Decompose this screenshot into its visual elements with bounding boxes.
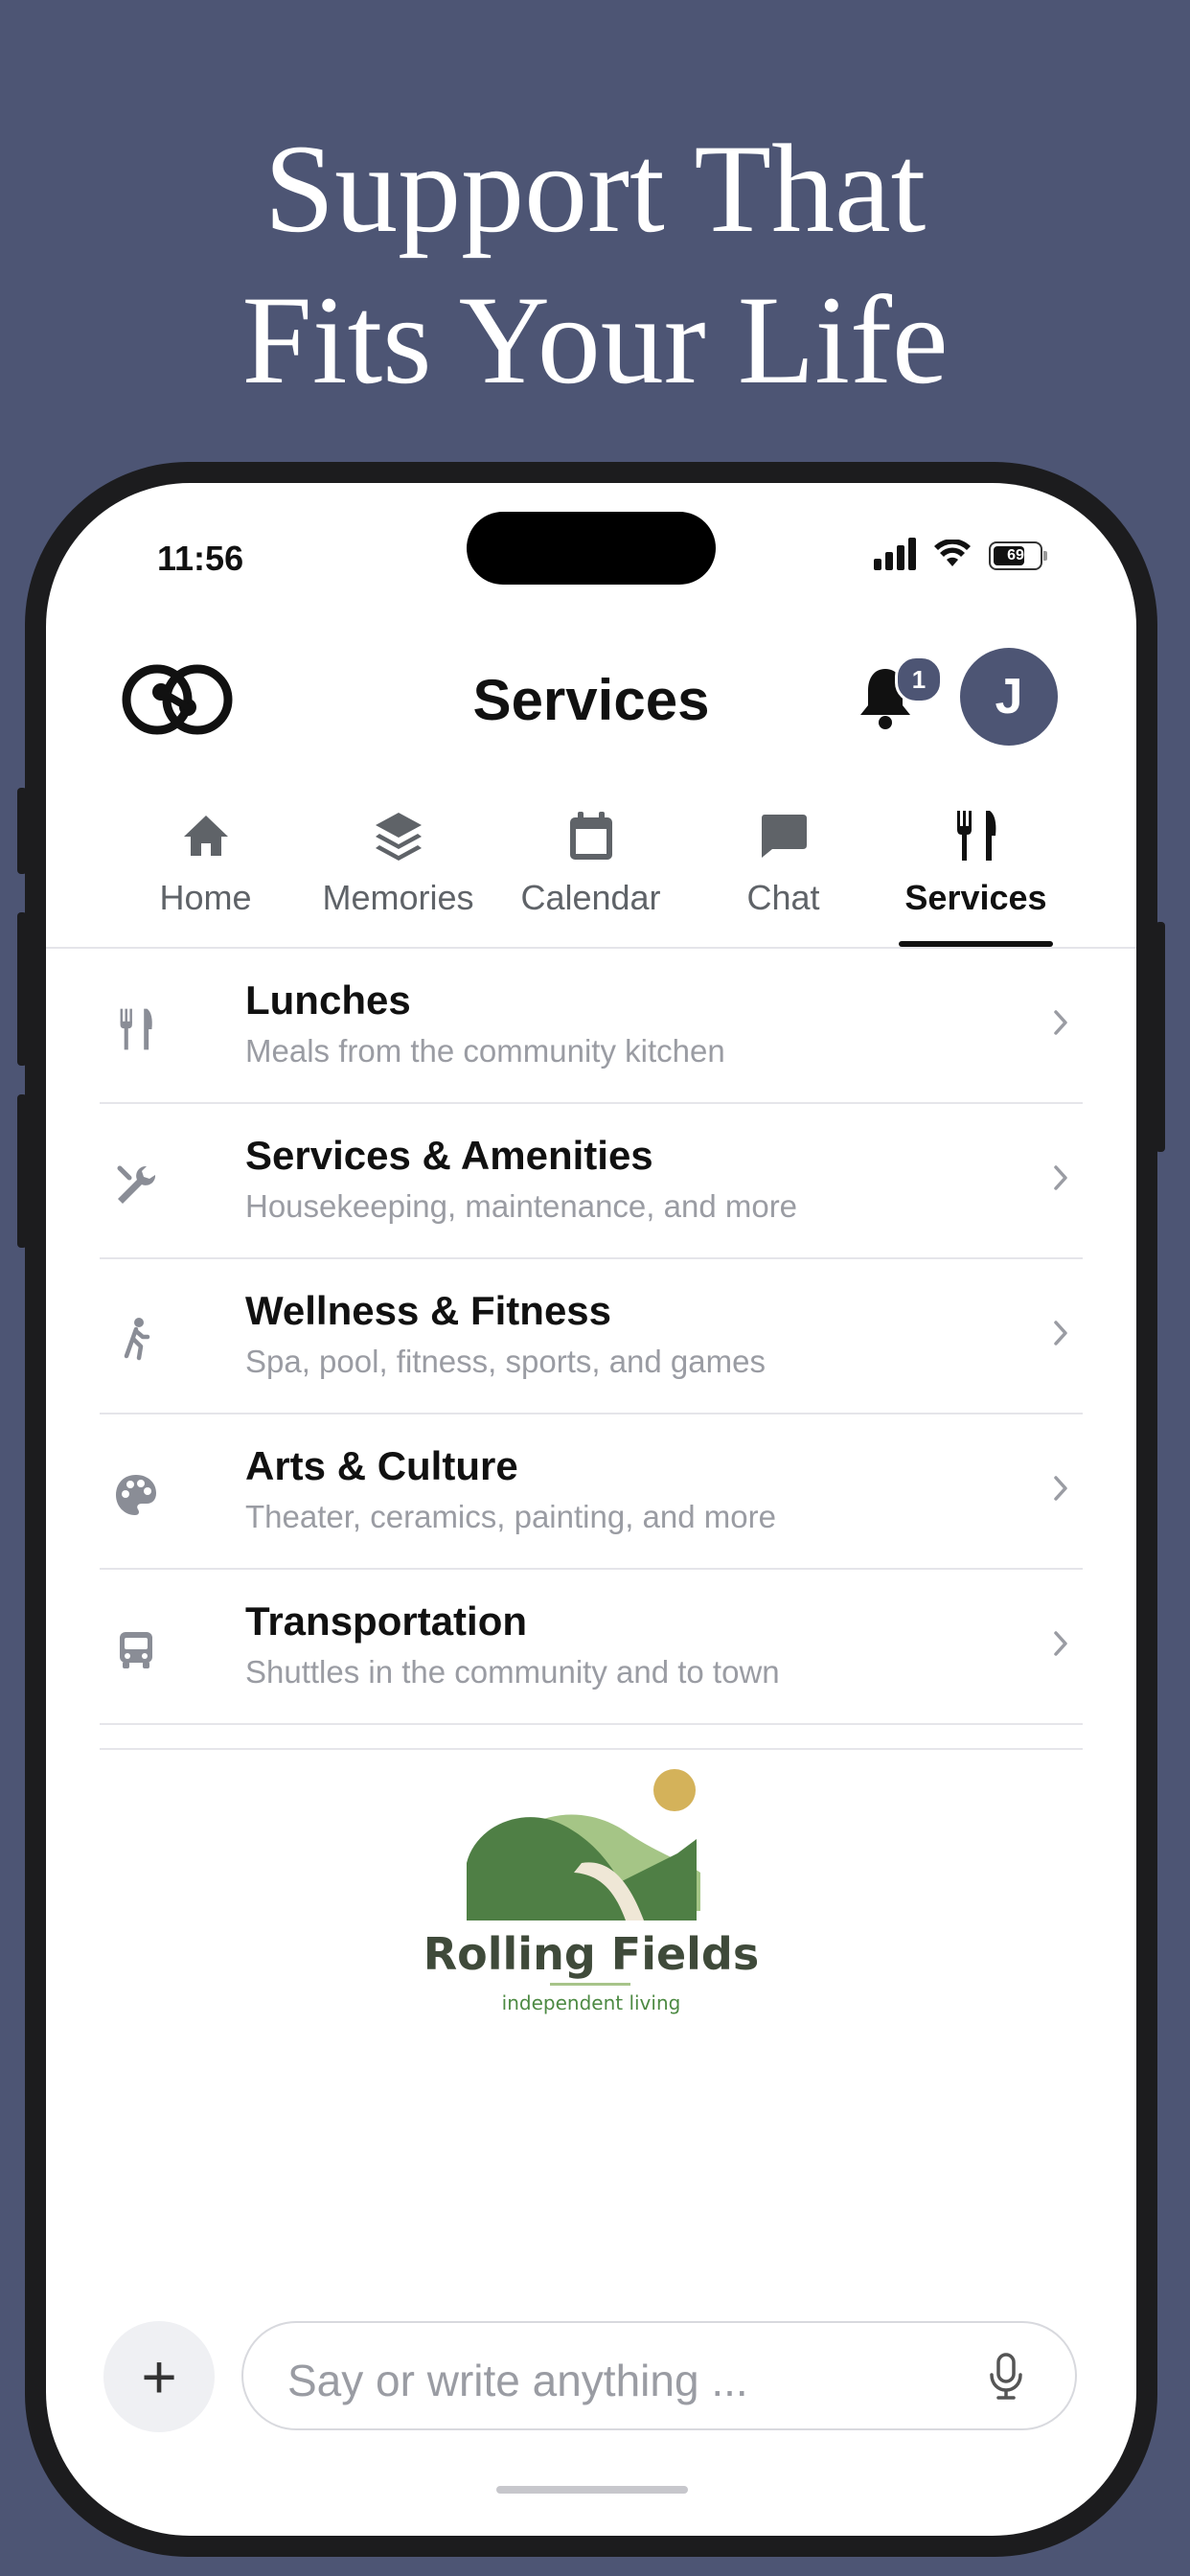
fork-knife-icon <box>109 1002 163 1056</box>
chevron-right-icon <box>1052 1162 1071 1199</box>
tab-memories[interactable]: Memories <box>302 788 494 947</box>
tab-label: Home <box>159 878 252 917</box>
phone-power-button <box>1156 922 1165 1152</box>
hero-line-1: Support That <box>263 118 927 259</box>
service-title: Arts & Culture <box>245 1443 518 1488</box>
service-row-arts[interactable]: Arts & Culture Theater, ceramics, painti… <box>100 1414 1083 1570</box>
message-input[interactable]: Say or write anything ... <box>241 2321 1077 2430</box>
phone-side-button <box>17 788 27 874</box>
palette-icon <box>109 1468 163 1522</box>
tab-label: Services <box>904 878 1047 917</box>
notification-badge: 1 <box>895 656 943 703</box>
status-icons: 69 <box>874 537 1047 575</box>
phone-volume-down <box>17 1094 27 1248</box>
service-row-lunches[interactable]: Lunches Meals from the community kitchen <box>100 949 1083 1104</box>
tab-calendar[interactable]: Calendar <box>494 788 687 947</box>
user-avatar[interactable]: J <box>960 648 1058 746</box>
chevron-right-icon <box>1052 1627 1071 1665</box>
phone-volume-up <box>17 912 27 1066</box>
status-time: 11:56 <box>157 539 244 578</box>
service-title: Transportation <box>245 1598 528 1644</box>
tab-bar: Home Memories Calendar Chat Services <box>109 788 1073 947</box>
fork-knife-icon <box>953 801 999 870</box>
walking-icon <box>109 1313 163 1367</box>
add-button[interactable]: + <box>103 2321 215 2432</box>
tab-chat[interactable]: Chat <box>687 788 880 947</box>
hero-line-2: Fits Your Life <box>241 269 949 410</box>
tab-home[interactable]: Home <box>109 788 302 947</box>
list-divider <box>100 1748 1083 1750</box>
wrench-icon <box>109 1158 163 1211</box>
calendar-icon <box>567 801 615 870</box>
chat-icon <box>759 801 809 870</box>
brand-name: Rolling Fields <box>423 1928 760 1980</box>
service-title: Lunches <box>245 978 411 1023</box>
services-list: Lunches Meals from the community kitchen… <box>100 949 1083 1750</box>
microphone-icon[interactable] <box>987 2352 1025 2406</box>
chevron-right-icon <box>1052 1006 1071 1044</box>
service-row-amenities[interactable]: Services & Amenities Housekeeping, maint… <box>100 1104 1083 1259</box>
service-title: Services & Amenities <box>245 1133 653 1178</box>
signal-icon <box>874 537 916 575</box>
home-indicator[interactable] <box>496 2486 688 2494</box>
message-input-placeholder: Say or write anything ... <box>287 2356 748 2405</box>
battery-level: 69 <box>1007 547 1024 564</box>
brand-tagline: independent living <box>501 1991 681 2014</box>
hero-headline: Support That Fits Your Life <box>0 113 1190 416</box>
service-title: Wellness & Fitness <box>245 1288 612 1333</box>
app-header: Services 1 J <box>46 632 1136 757</box>
wifi-icon <box>933 538 972 573</box>
home-icon <box>182 801 230 870</box>
tab-label: Memories <box>322 878 474 917</box>
service-subtitle: Meals from the community kitchen <box>245 1033 725 1069</box>
brand-logo-graphic <box>46 1767 1136 1935</box>
service-subtitle: Shuttles in the community and to town <box>245 1654 780 1690</box>
service-row-wellness[interactable]: Wellness & Fitness Spa, pool, fitness, s… <box>100 1259 1083 1414</box>
layers-icon <box>373 801 424 870</box>
service-row-transportation[interactable]: Transportation Shuttles in the community… <box>100 1570 1083 1725</box>
service-subtitle: Spa, pool, fitness, sports, and games <box>245 1344 766 1379</box>
tab-label: Chat <box>746 878 820 917</box>
bus-icon <box>109 1623 163 1677</box>
brand-underline <box>550 1983 630 1986</box>
service-subtitle: Theater, ceramics, painting, and more <box>245 1499 776 1534</box>
chevron-right-icon <box>1052 1317 1071 1354</box>
dynamic-island <box>467 512 716 585</box>
tab-services[interactable]: Services <box>880 788 1072 947</box>
tab-label: Calendar <box>520 878 661 917</box>
app-screen: 11:56 69 Services 1 J Home Memories Cale… <box>46 483 1136 2536</box>
service-subtitle: Housekeeping, maintenance, and more <box>245 1188 798 1224</box>
chevron-right-icon <box>1052 1472 1071 1509</box>
battery-icon: 69 <box>989 541 1047 570</box>
